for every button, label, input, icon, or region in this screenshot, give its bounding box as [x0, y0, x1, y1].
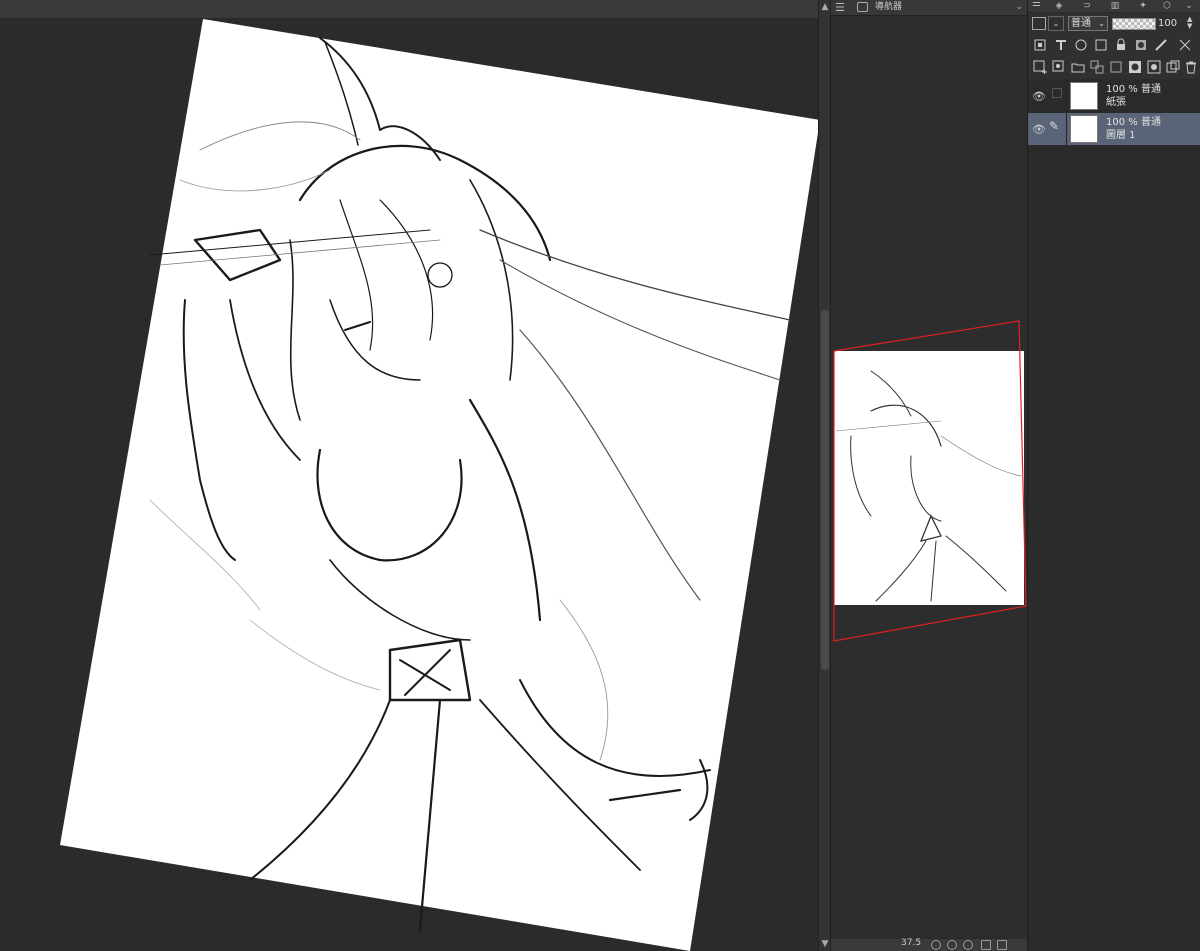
scrollbar-thumb[interactable]	[821, 310, 829, 670]
fit-view-icon[interactable]	[963, 940, 973, 950]
trash-icon[interactable]	[1184, 60, 1198, 74]
ruler-icon[interactable]	[1154, 38, 1168, 52]
layer-toolbar-row-2	[1028, 57, 1200, 79]
canvas-drawing[interactable]	[0, 19, 818, 951]
navigator-title: 導航器	[875, 2, 903, 12]
transfer-down-icon[interactable]	[1090, 60, 1104, 74]
opacity-slider[interactable]	[1112, 18, 1156, 30]
transparent-lock-icon[interactable]	[1094, 38, 1108, 52]
flip-icon[interactable]	[981, 940, 991, 950]
navigator-header: ☰ 導航器 ⌄	[831, 0, 1027, 16]
layer-mask-icon[interactable]	[1128, 60, 1142, 74]
merge-down-icon[interactable]	[1109, 60, 1123, 74]
clip-icon[interactable]	[1033, 38, 1047, 52]
layer-color-swatch[interactable]	[1032, 17, 1046, 30]
palette-color-icon[interactable]	[1178, 38, 1192, 52]
layer-checkbox[interactable]	[1052, 88, 1062, 98]
reference-layer-icon[interactable]	[1054, 38, 1068, 52]
divider	[1066, 80, 1067, 112]
layer-name: 圖層 1	[1106, 130, 1136, 141]
figure-tab-icon[interactable]: ✦	[1132, 0, 1154, 12]
collapse-chevron-icon[interactable]: ⌄	[1015, 0, 1023, 15]
layer-list: 👁 100 % 普通 紙張 👁 ✎ 100 % 普通 圖層 1	[1028, 80, 1200, 951]
layer-name: 紙張	[1106, 97, 1126, 108]
layer-thumbnail	[1070, 82, 1098, 110]
mask-icon[interactable]	[1134, 38, 1148, 52]
layer-opacity-blend: 100 % 普通	[1106, 84, 1161, 95]
opacity-value[interactable]: 100	[1158, 16, 1177, 31]
3d-tab-icon[interactable]: ⬡	[1156, 0, 1178, 12]
layer-row-layer-1[interactable]: 👁 ✎ 100 % 普通 圖層 1	[1028, 113, 1200, 145]
navigator-tab-icon[interactable]	[857, 2, 868, 12]
navigator-zoom-value[interactable]: 37.5	[901, 938, 921, 948]
apply-mask-icon[interactable]	[1147, 60, 1161, 74]
rotate-icon[interactable]	[997, 940, 1007, 950]
menu-icon[interactable]: ☰	[1032, 0, 1041, 9]
layer-info: 100 % 普通 圖層 1	[1106, 116, 1161, 142]
layer-toolbar-row-1	[1028, 35, 1200, 57]
opacity-spinner-icon[interactable]: ▲ ▼	[1187, 16, 1192, 30]
layers-tab-icon[interactable]: ◈	[1048, 0, 1070, 12]
zoom-in-icon[interactable]	[947, 940, 957, 950]
material-tab-icon[interactable]: ▥	[1104, 0, 1126, 12]
new-vector-layer-icon[interactable]	[1052, 60, 1066, 74]
blend-mode-select[interactable]: 普通 ⌄	[1068, 16, 1108, 31]
layer-panel: ☰ ◈ ⊃ ▥ ✦ ⬡ ⌄ ⌄ 普通 ⌄ 100 ▲ ▼ 👁 100 % 普通 …	[1027, 0, 1200, 951]
navigator-thumbnail	[834, 351, 1024, 605]
navigator-preview[interactable]	[831, 16, 1027, 936]
history-tab-icon[interactable]: ⊃	[1076, 0, 1098, 12]
navigator-zoom-bar: 37.5	[831, 938, 1027, 951]
blend-mode-value: 普通	[1071, 18, 1091, 29]
new-folder-icon[interactable]	[1071, 60, 1085, 74]
chevron-down-icon[interactable]: ⌄	[1048, 16, 1064, 31]
lock-icon[interactable]	[1114, 38, 1128, 52]
layer-row-paper[interactable]: 👁 100 % 普通 紙張	[1028, 80, 1200, 112]
duplicate-layer-icon[interactable]	[1166, 60, 1180, 74]
chevron-down-icon: ⌄	[1098, 19, 1105, 28]
eye-icon[interactable]: 👁	[1032, 123, 1046, 136]
collapse-chevron-icon[interactable]: ⌄	[1178, 0, 1200, 12]
eye-icon[interactable]: 👁	[1032, 90, 1046, 103]
divider	[1066, 113, 1067, 145]
new-raster-layer-icon[interactable]	[1033, 60, 1047, 74]
zoom-out-icon[interactable]	[931, 940, 941, 950]
pen-icon[interactable]: ✎	[1049, 119, 1059, 133]
blend-row: ⌄ 普通 ⌄ 100 ▲ ▼	[1028, 13, 1200, 35]
canvas-area[interactable]	[0, 19, 818, 951]
layer-thumbnail	[1070, 115, 1098, 143]
canvas-top-bar	[0, 0, 820, 19]
layer-opacity-blend: 100 % 普通	[1106, 117, 1161, 128]
layer-info: 100 % 普通 紙張	[1106, 83, 1161, 109]
navigator-panel: ☰ 導航器 ⌄ 37.5	[830, 0, 1027, 951]
menu-icon[interactable]: ☰	[835, 0, 845, 15]
draft-layer-icon[interactable]	[1074, 38, 1088, 52]
layer-panel-tabs: ☰ ◈ ⊃ ▥ ✦ ⬡ ⌄	[1028, 0, 1200, 12]
